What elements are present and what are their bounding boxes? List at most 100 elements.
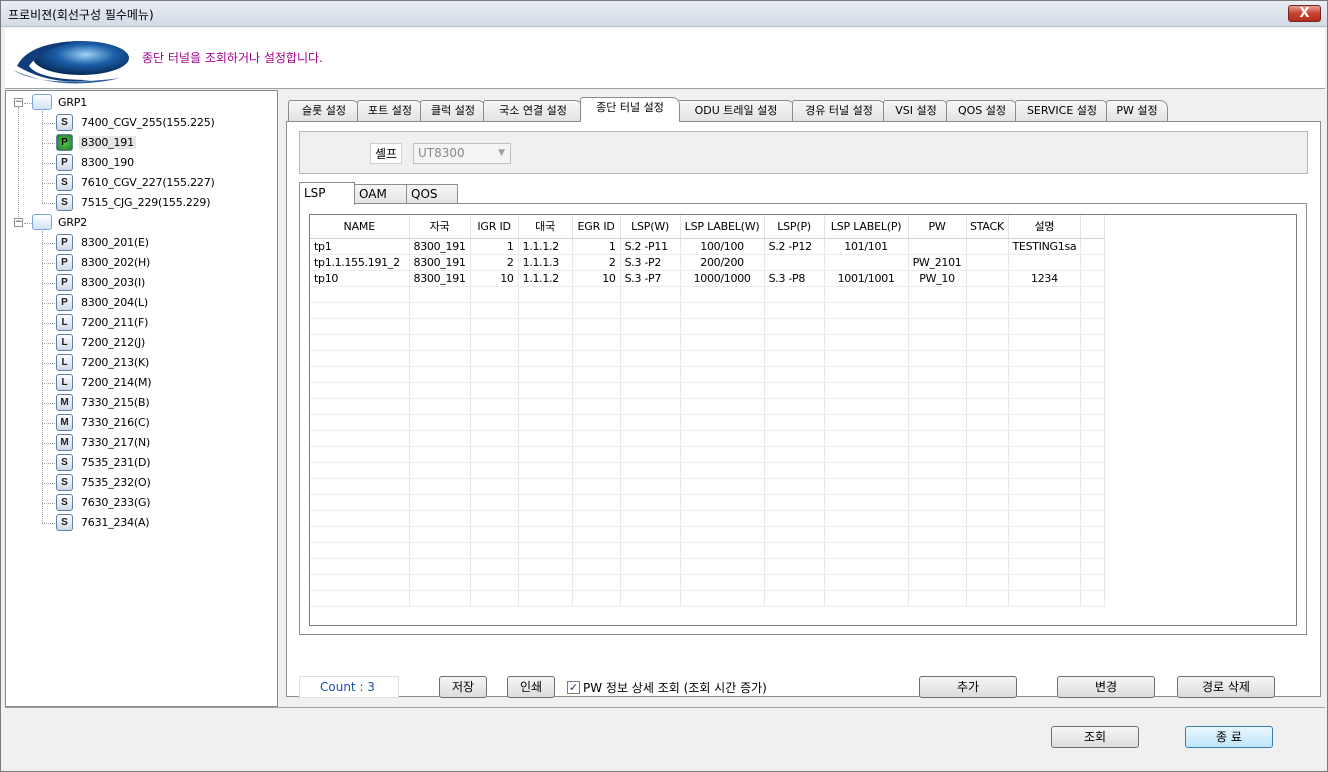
exit-button[interactable]: 종 료: [1185, 726, 1273, 748]
table-row[interactable]: [310, 382, 1106, 399]
table-cell: 2: [470, 254, 519, 271]
table-row[interactable]: [310, 574, 1106, 591]
column-header[interactable]: STACK: [966, 215, 1009, 239]
column-header[interactable]: PW: [908, 215, 967, 239]
tree-node[interactable]: M 7330_217(N): [56, 433, 271, 453]
table-row[interactable]: [310, 302, 1106, 319]
table-row[interactable]: [310, 462, 1106, 479]
table-row[interactable]: [310, 526, 1106, 543]
table-row[interactable]: [310, 558, 1106, 575]
table-row[interactable]: [310, 334, 1106, 351]
subtab-qos[interactable]: QOS: [406, 184, 458, 204]
table-row[interactable]: tp1.1.155.191_2 8300_191 2 1.1.1.3 2 S.3 -P2 2…: [310, 254, 1106, 271]
tab-4[interactable]: 국소 연결 설정: [483, 100, 583, 121]
tree-node[interactable]: L 7200_212(J): [56, 333, 271, 353]
column-header[interactable]: LSP(P): [764, 215, 825, 239]
tree-node[interactable]: P 8300_191: [56, 133, 271, 153]
column-header[interactable]: LSP(W): [620, 215, 681, 239]
table-row[interactable]: [310, 542, 1106, 559]
tree-node[interactable]: S 7400_CGV_255(155.225): [56, 113, 271, 133]
table-cell: [824, 318, 909, 335]
tab-10[interactable]: SERVICE 설정: [1015, 100, 1109, 121]
tab-1[interactable]: 슬롯 설정: [288, 100, 360, 121]
tree-node[interactable]: L 7200_213(K): [56, 353, 271, 373]
column-header[interactable]: 설명: [1008, 215, 1082, 239]
column-header[interactable]: LSP LABEL(W): [680, 215, 765, 239]
table-row[interactable]: [310, 318, 1106, 335]
tree-collapse-toggle[interactable]: −: [14, 98, 23, 107]
table-cell: [470, 382, 519, 399]
tree-node[interactable]: S 7515_CJG_229(155.229): [56, 193, 271, 213]
subtab-lsp[interactable]: LSP: [299, 182, 355, 205]
table-cell: [966, 542, 1009, 559]
tree-node[interactable]: P 8300_203(I): [56, 273, 271, 293]
tree-node[interactable]: M 7330_215(B): [56, 393, 271, 413]
column-header[interactable]: IGR ID: [470, 215, 519, 239]
table-row[interactable]: tp10 8300_191 10 1.1.1.2 10 S.3 -P7 1000/1000 S…: [310, 270, 1106, 287]
column-header[interactable]: 대국: [518, 215, 573, 239]
tree-node[interactable]: S 7610_CGV_227(155.227): [56, 173, 271, 193]
tree-node[interactable]: S 7630_233(G): [56, 493, 271, 513]
tree-connector: [42, 523, 55, 524]
subtab-oam[interactable]: OAM: [354, 184, 407, 204]
table-row[interactable]: [310, 590, 1106, 607]
tree-node[interactable]: S 7631_234(A): [56, 513, 271, 533]
tab-6[interactable]: ODU 트레일 설정: [677, 100, 795, 121]
tree-node[interactable]: P 8300_204(L): [56, 293, 271, 313]
tab-5[interactable]: 종단 터널 설정: [580, 97, 680, 122]
tab-9[interactable]: QOS 설정: [946, 100, 1018, 121]
tree-node[interactable]: M 7330_216(C): [56, 413, 271, 433]
tab-11[interactable]: PW 설정: [1106, 100, 1168, 121]
tree-node[interactable]: S 7535_232(O): [56, 473, 271, 493]
table-cell: tp10: [310, 270, 410, 287]
equipment-tree[interactable]: − GRP1 S 7400_CGV_255(155.225) P 8300_191 P 830…: [5, 90, 278, 707]
tree-node[interactable]: L 7200_214(M): [56, 373, 271, 393]
column-header[interactable]: EGR ID: [572, 215, 621, 239]
column-header[interactable]: NAME: [310, 215, 410, 239]
modify-button[interactable]: 변경: [1057, 676, 1155, 698]
add-button[interactable]: 추가: [919, 676, 1017, 698]
pw-detail-checkbox[interactable]: ✓: [567, 681, 580, 694]
table-cell: 1001/1001: [824, 270, 909, 287]
table-cell: [680, 590, 765, 607]
save-button[interactable]: 저장: [439, 676, 487, 698]
tree-group-grp2[interactable]: GRP2: [32, 213, 232, 233]
table-row[interactable]: [310, 446, 1106, 463]
close-button[interactable]: X: [1288, 5, 1321, 22]
table-row[interactable]: [310, 510, 1106, 527]
tree-connector: [42, 463, 55, 464]
lsp-table[interactable]: NAME 자국 IGR ID 대국 EGR ID LSP(W) LSP LABEL(W) LS…: [309, 214, 1297, 626]
tab-3[interactable]: 클럭 설정: [420, 100, 486, 121]
table-cell: [470, 350, 519, 367]
table-row[interactable]: [310, 430, 1106, 447]
table-cell: [1008, 494, 1082, 511]
tree-node[interactable]: S 7535_231(D): [56, 453, 271, 473]
column-header[interactable]: 자국: [409, 215, 471, 239]
table-row[interactable]: [310, 286, 1106, 303]
delete-route-button[interactable]: 경로 삭제: [1177, 676, 1275, 698]
table-row[interactable]: [310, 350, 1106, 367]
tree-node[interactable]: P 8300_190: [56, 153, 271, 173]
tree-group-grp1[interactable]: GRP1: [32, 93, 232, 113]
tree-connector: [42, 443, 55, 444]
tree-node[interactable]: P 8300_202(H): [56, 253, 271, 273]
table-row[interactable]: [310, 494, 1106, 511]
query-button[interactable]: 조회: [1051, 726, 1139, 748]
tab-2[interactable]: 포트 설정: [357, 100, 423, 121]
table-cell: [518, 350, 573, 367]
table-row[interactable]: [310, 366, 1106, 383]
tree-node[interactable]: L 7200_211(F): [56, 313, 271, 333]
table-cell: [1008, 366, 1082, 383]
print-button[interactable]: 인쇄: [507, 676, 555, 698]
table-cell: [1008, 478, 1082, 495]
table-row[interactable]: [310, 398, 1106, 415]
header-banner: 종단 터널을 조회하거나 설정합니다.: [5, 28, 1325, 89]
column-header[interactable]: LSP LABEL(P): [824, 215, 909, 239]
table-row[interactable]: tp1 8300_191 1 1.1.1.2 1 S.2 -P11 100/100 S.2 -…: [310, 238, 1106, 255]
tab-8[interactable]: VSI 설정: [883, 100, 949, 121]
table-row[interactable]: [310, 414, 1106, 431]
shelf-select[interactable]: UT8300 ▼: [413, 143, 511, 164]
tree-node[interactable]: P 8300_201(E): [56, 233, 271, 253]
tab-7[interactable]: 경유 터널 설정: [792, 100, 886, 121]
table-row[interactable]: [310, 478, 1106, 495]
